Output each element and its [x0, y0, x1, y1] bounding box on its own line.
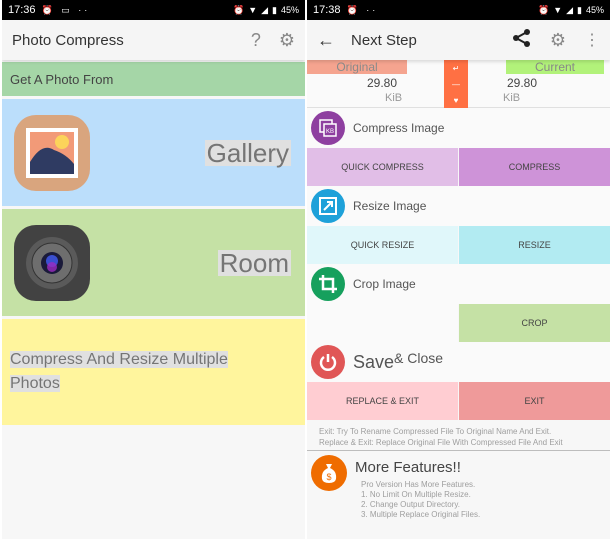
quick-compress-button[interactable]: QUICK COMPRESS	[307, 148, 458, 186]
camera-icon	[14, 224, 90, 301]
app-title: Next Step	[351, 31, 417, 49]
exit-button[interactable]: EXIT	[459, 382, 610, 420]
svg-text:$: $	[326, 472, 331, 482]
current-label: Current	[506, 60, 604, 74]
wifi-icon: ▼	[553, 5, 563, 15]
original-value: 29.80	[367, 76, 398, 90]
more-features-title: More Features!!	[355, 459, 461, 476]
battery-percent: 45%	[585, 5, 604, 15]
status-bar: 17:36 ⏰ ▭ ·· ⏰ ▼ ◢ ▮ 45%	[2, 0, 305, 20]
signal-icon: ◢	[261, 4, 269, 15]
gear-icon[interactable]: ⚙	[279, 30, 295, 51]
gear-icon[interactable]: ⚙	[550, 30, 566, 51]
camera-label: Room	[217, 247, 291, 278]
save-title: Save	[353, 351, 395, 372]
app-bar: ← Next Step ⚙ ⋮	[307, 20, 610, 60]
resize-buttons: QUICK RESIZE RESIZE	[307, 226, 610, 264]
signal-icon: ◢	[566, 4, 574, 15]
question-icon[interactable]: ?	[251, 30, 261, 51]
battery-icon: ▮	[577, 4, 582, 15]
more-features[interactable]: $ More Features!! Pro Version Has More F…	[307, 451, 610, 520]
share-icon[interactable]	[512, 28, 532, 53]
heart-icon: ♥	[453, 95, 459, 105]
current-value: 29.80	[507, 76, 538, 90]
multiple-line1: Compress And Resize Multiple	[10, 351, 228, 368]
left-screen: 17:36 ⏰ ▭ ·· ⏰ ▼ ◢ ▮ 45% Photo Compress …	[2, 0, 305, 539]
crop-buttons: CROP	[307, 304, 610, 342]
gallery-icon	[14, 114, 90, 191]
compress-title: Compress Image	[353, 121, 445, 135]
close-title: & Close	[394, 350, 444, 366]
get-photo-from-label: Get A Photo From	[10, 71, 114, 87]
feature-item: 3. Multiple Replace Original Files.	[361, 510, 481, 519]
compress-button[interactable]: COMPRESS	[459, 148, 610, 186]
feature-item: 1. No Limit On Multiple Resize.	[361, 490, 471, 499]
system-icons: ⏰ ▼ ◢ ▮ 45%	[538, 5, 604, 16]
replace-exit-button[interactable]: REPLACE & EXIT	[307, 382, 458, 420]
dash-icon: —	[452, 79, 460, 89]
more-features-list: Pro Version Has More Features. 1. No Lim…	[355, 480, 480, 520]
resize-section-header: Resize Image	[307, 186, 610, 226]
svg-text:KB: KB	[326, 129, 334, 135]
feature-item: Pro Version Has More Features.	[361, 480, 476, 489]
arrow-left-icon[interactable]: ←	[317, 30, 335, 51]
compare-toggle[interactable]: ↵ — ♥	[444, 60, 468, 108]
gallery-option[interactable]: Gallery	[2, 99, 305, 206]
resize-icon	[311, 189, 345, 223]
size-comparison: Original 29.80 KiB ↵ — ♥ Current 29.80 K…	[307, 60, 610, 108]
current-unit: KiB	[503, 92, 521, 104]
quick-resize-button[interactable]: QUICK RESIZE	[307, 226, 458, 264]
save-section-header: Save & Close	[307, 342, 610, 382]
gallery-label: Gallery	[204, 137, 291, 168]
multiple-line2: Photos	[10, 375, 60, 392]
replace-note: Replace & Exit: Replace Original File Wi…	[319, 438, 563, 447]
more-vert-icon[interactable]: ⋮	[584, 30, 600, 50]
wifi-icon: ▼	[248, 5, 258, 15]
feature-item: 2. Change Output Directory.	[361, 500, 461, 509]
original-unit: KiB	[385, 92, 403, 104]
camera-option[interactable]: Room	[2, 209, 305, 316]
status-time: 17:36	[8, 4, 36, 16]
system-icons: ⏰ ▼ ◢ ▮ 45%	[233, 5, 299, 16]
original-label: Original	[307, 60, 407, 74]
crop-section-header: Crop Image	[307, 264, 610, 304]
battery-percent: 45%	[280, 5, 299, 15]
crop-empty-slot	[307, 304, 458, 342]
crop-title: Crop Image	[353, 277, 416, 291]
app-title: Photo Compress	[12, 31, 124, 49]
resize-button[interactable]: RESIZE	[459, 226, 610, 264]
notification-icons: ⏰ ▭ ··	[41, 4, 91, 15]
status-bar: 17:38 ⏰ ·· ⏰ ▼ ◢ ▮ 45%	[307, 0, 610, 20]
status-time: 17:38	[313, 4, 341, 16]
money-bag-icon: $	[311, 455, 347, 491]
resize-title: Resize Image	[353, 199, 427, 213]
alarm-icon: ⏰	[232, 4, 245, 15]
app-bar: Photo Compress ? ⚙	[2, 20, 305, 60]
alarm-icon: ⏰	[537, 4, 550, 15]
get-photo-from-header: Get A Photo From	[2, 62, 305, 96]
arrow-icon: ↵	[452, 63, 460, 73]
crop-button[interactable]: CROP	[459, 304, 610, 342]
exit-notes: Exit: Try To Rename Compressed File To O…	[307, 420, 610, 451]
compress-section-header: KB Compress Image	[307, 108, 610, 148]
compress-kb-icon: KB	[311, 111, 345, 145]
multiple-photos-option[interactable]: Compress And Resize Multiple Photos	[2, 319, 305, 425]
power-icon	[311, 345, 345, 379]
battery-icon: ▮	[272, 4, 277, 15]
crop-icon	[311, 267, 345, 301]
notification-icons: ⏰ ··	[346, 4, 379, 15]
save-buttons: REPLACE & EXIT EXIT	[307, 382, 610, 420]
exit-note: Exit: Try To Rename Compressed File To O…	[319, 427, 552, 436]
compress-buttons: QUICK COMPRESS COMPRESS	[307, 148, 610, 186]
right-screen: 17:38 ⏰ ·· ⏰ ▼ ◢ ▮ 45% ← Next Step ⚙ ⋮ O…	[307, 0, 610, 539]
